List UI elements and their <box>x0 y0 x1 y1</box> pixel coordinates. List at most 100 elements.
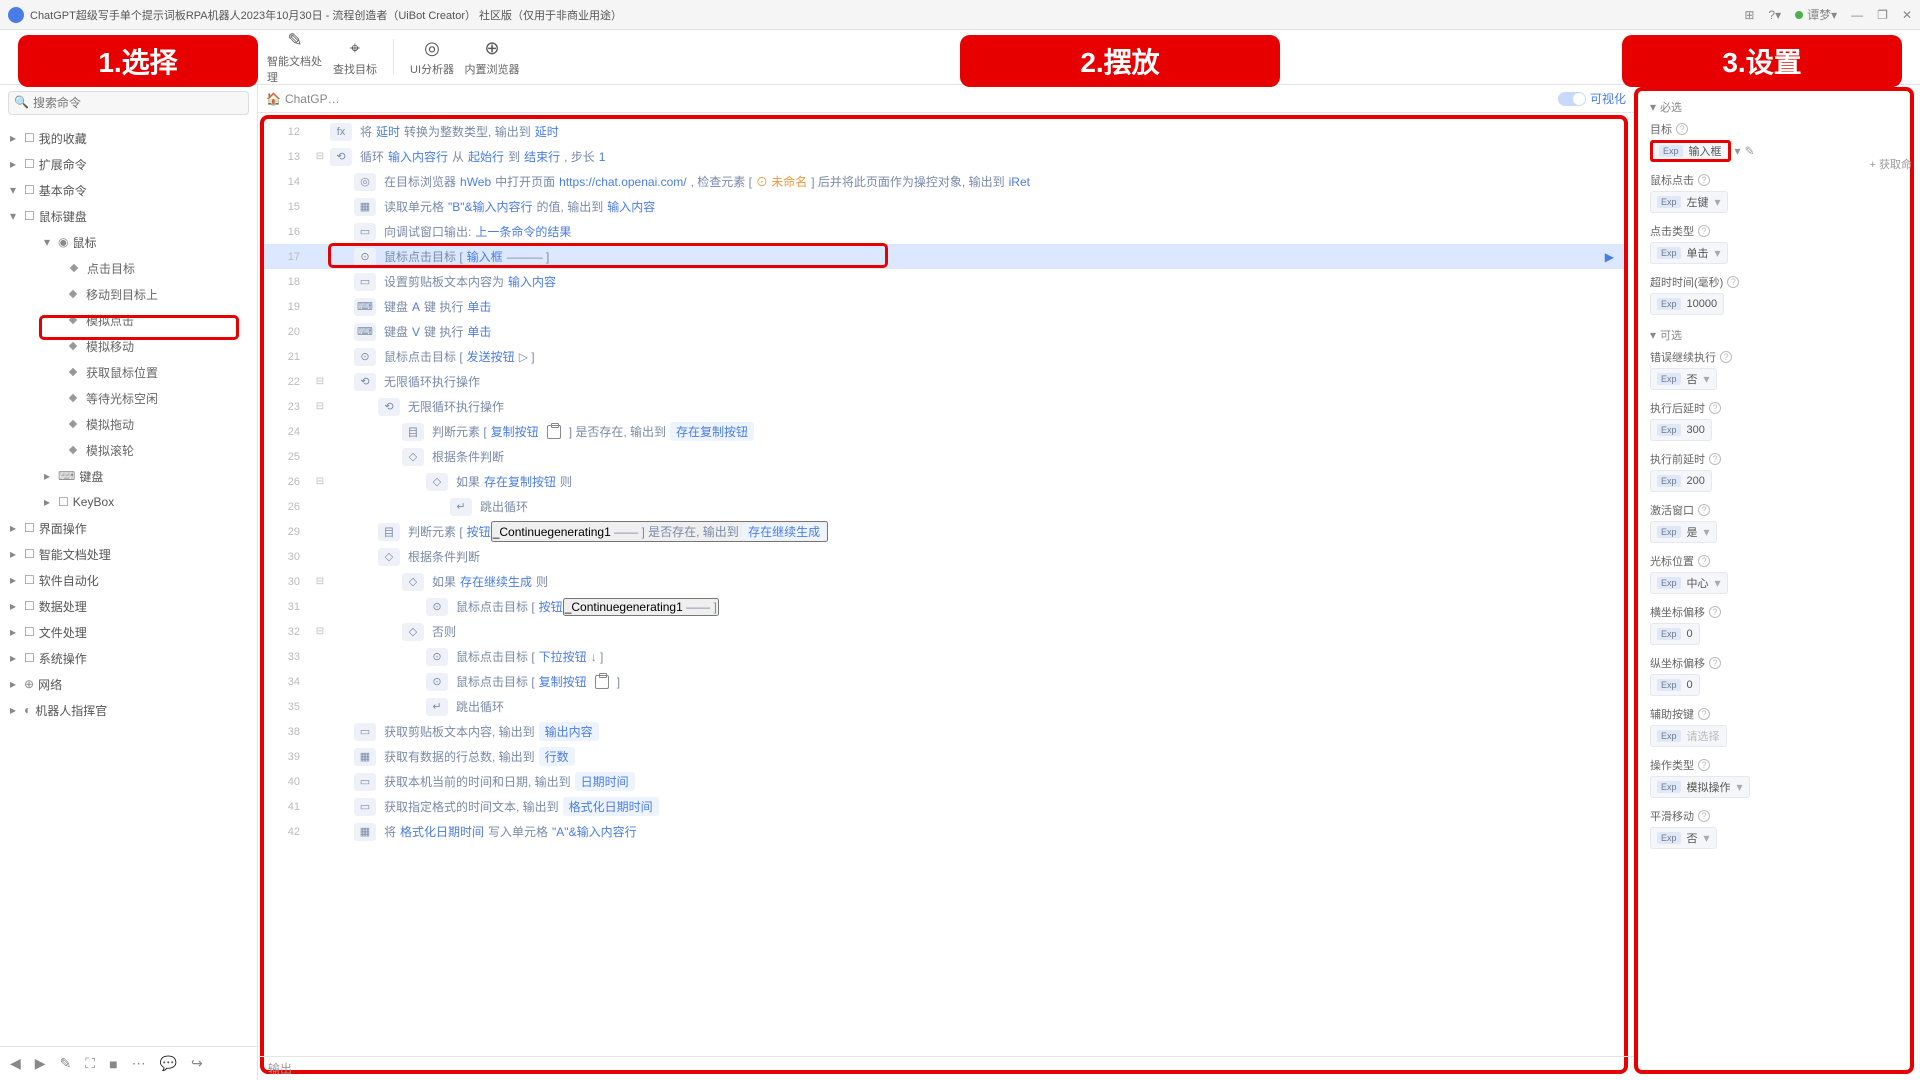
tree-item-0[interactable]: ▸☐ 我的收藏 <box>0 125 257 151</box>
edit-icon[interactable]: ✎ <box>60 1055 72 1072</box>
tree-item-22[interactable]: ▸◐ 机器人指挥官 <box>0 697 257 723</box>
share-icon[interactable]: ↪ <box>191 1055 203 1072</box>
help-icon[interactable]: ? <box>1698 225 1710 237</box>
close-icon[interactable]: ✕ <box>1902 8 1912 22</box>
code-line-26[interactable]: 26↵跳出循环 <box>264 494 1624 519</box>
tree-item-4[interactable]: ▾◉ 鼠标 <box>0 229 257 255</box>
code-line-30[interactable]: 30⊟◇如果 存在继续生成 则 <box>264 569 1624 594</box>
grid-icon[interactable]: ⊞ <box>1744 8 1754 22</box>
help-icon[interactable]: ? <box>1698 708 1710 720</box>
user-menu[interactable]: 谭梦▾ <box>1795 6 1837 23</box>
tree-item-15[interactable]: ▸☐ 界面操作 <box>0 515 257 541</box>
edit-prop-icon[interactable]: ✎ <box>1745 144 1755 158</box>
code-line-24[interactable]: 24目判断元素 [ 复制按钮 ] 是否存在, 输出到 存在复制按钮 <box>264 419 1624 444</box>
code-line-35[interactable]: 35↵跳出循环 <box>264 694 1624 719</box>
nav-back-icon[interactable]: ◀ <box>10 1055 21 1072</box>
tree-item-3[interactable]: ▾☐ 鼠标键盘 <box>0 203 257 229</box>
toolbar-UI分析器[interactable]: ◎UI分析器 <box>404 33 460 81</box>
prop-input[interactable]: Exp是▾ <box>1650 521 1717 543</box>
code-line-21[interactable]: 21⊙鼠标点击目标 [ 发送按钮 ▷ ] <box>264 344 1624 369</box>
prop-input[interactable]: Exp0 <box>1650 674 1700 696</box>
code-line-23[interactable]: 23⊟⟲无限循环执行操作 <box>264 394 1624 419</box>
code-line-22[interactable]: 22⊟⟲无限循环执行操作 <box>264 369 1624 394</box>
code-line-29[interactable]: 29目判断元素 [ 按钮_Continuegenerating1 —— ] 是否… <box>264 519 1624 544</box>
code-line-17[interactable]: 17⊙鼠标点击目标 [ 输入框 ——— ]▶ <box>264 244 1624 269</box>
tree-item-21[interactable]: ▸⊕ 网络 <box>0 671 257 697</box>
help-icon[interactable]: ? <box>1727 276 1739 288</box>
tree-item-20[interactable]: ▸☐ 系统操作 <box>0 645 257 671</box>
tree-item-2[interactable]: ▾☐ 基本命令 <box>0 177 257 203</box>
prop-input[interactable]: Exp输入框 <box>1650 140 1731 162</box>
help-icon[interactable]: ? <box>1709 657 1721 669</box>
tree-item-13[interactable]: ▸⌨ 键盘 <box>0 463 257 489</box>
code-line-25[interactable]: 25◇根据条件判断 <box>264 444 1624 469</box>
prop-input[interactable]: Exp0 <box>1650 623 1700 645</box>
toolbar-查找目标[interactable]: ⌖查找目标 <box>327 33 383 81</box>
tree-item-19[interactable]: ▸☐ 文件处理 <box>0 619 257 645</box>
prop-input[interactable]: Exp请选择 <box>1650 725 1727 747</box>
help-icon[interactable]: ? <box>1698 555 1710 567</box>
code-line-39[interactable]: 39▦获取有数据的行总数, 输出到 行数 <box>264 744 1624 769</box>
prop-input[interactable]: Exp200 <box>1650 470 1712 492</box>
help-icon[interactable]: ? <box>1709 402 1721 414</box>
prop-input[interactable]: Exp否▾ <box>1650 368 1717 390</box>
help-icon[interactable]: ? <box>1676 123 1688 135</box>
play-icon[interactable]: ▶ <box>35 1055 46 1072</box>
code-line-18[interactable]: 18▭设置剪贴板文本内容为 输入内容 <box>264 269 1624 294</box>
tree-item-17[interactable]: ▸☐ 软件自动化 <box>0 567 257 593</box>
tree-item-1[interactable]: ▸☐ 扩展命令+ 获取命 <box>0 151 257 177</box>
prop-input[interactable]: Exp模拟操作▾ <box>1650 776 1750 798</box>
help-icon[interactable]: ?▾ <box>1768 8 1781 22</box>
tree-item-6[interactable]: 移动到目标上 <box>0 281 257 307</box>
tree-item-8[interactable]: 模拟移动 <box>0 333 257 359</box>
code-line-33[interactable]: 33⊙鼠标点击目标 [ 下拉按钮 ↓ ] <box>264 644 1624 669</box>
code-line-16[interactable]: 16▭向调试窗口输出: 上一条命令的结果 <box>264 219 1624 244</box>
tree-item-5[interactable]: 点击目标 <box>0 255 257 281</box>
help-icon[interactable]: ? <box>1698 810 1710 822</box>
tree-item-18[interactable]: ▸☐ 数据处理 <box>0 593 257 619</box>
record-icon[interactable]: ■ <box>109 1056 117 1072</box>
tree-item-12[interactable]: 模拟滚轮 <box>0 437 257 463</box>
tree-item-11[interactable]: 模拟拖动 <box>0 411 257 437</box>
prop-input[interactable]: Exp300 <box>1650 419 1712 441</box>
tree-item-10[interactable]: 等待光标空闲 <box>0 385 257 411</box>
prop-input[interactable]: Exp10000 <box>1650 293 1724 315</box>
code-line-42[interactable]: 42▦将 格式化日期时间 写入单元格 "A"&输入内容行 <box>264 819 1624 844</box>
play-line-icon[interactable]: ▶ <box>1605 250 1614 264</box>
code-line-12[interactable]: 12fx将 延时 转换为整数类型, 输出到 延时 <box>264 119 1624 144</box>
dropdown-icon[interactable]: ▾ <box>1735 144 1741 158</box>
help-icon[interactable]: ? <box>1709 453 1721 465</box>
code-line-34[interactable]: 34⊙鼠标点击目标 [ 复制按钮 ] <box>264 669 1624 694</box>
toolbar-内置浏览器[interactable]: ⊕内置浏览器 <box>464 33 520 81</box>
help-icon[interactable]: ? <box>1698 174 1710 186</box>
code-line-38[interactable]: 38▭获取剪贴板文本内容, 输出到 输出内容 <box>264 719 1624 744</box>
tree-item-16[interactable]: ▸☐ 智能文档处理 <box>0 541 257 567</box>
minimize-icon[interactable]: — <box>1851 8 1863 22</box>
code-line-19[interactable]: 19⌨键盘 A 键 执行 单击 <box>264 294 1624 319</box>
code-line-26[interactable]: 26⊟◇如果 存在复制按钮 则 <box>264 469 1624 494</box>
help-icon[interactable]: ? <box>1720 351 1732 363</box>
visual-toggle[interactable]: 可视化 <box>1558 90 1626 107</box>
help-icon[interactable]: ? <box>1698 759 1710 771</box>
code-line-30[interactable]: 30◇根据条件判断 <box>264 544 1624 569</box>
more-icon[interactable]: ⋯ <box>132 1055 146 1072</box>
tab-file[interactable]: 🏠 ChatGP… <box>266 92 340 106</box>
prop-input[interactable]: Exp中心▾ <box>1650 572 1728 594</box>
search-input[interactable] <box>8 91 249 115</box>
prop-input[interactable]: Exp单击▾ <box>1650 242 1728 264</box>
code-line-32[interactable]: 32⊟◇否则 <box>264 619 1624 644</box>
chat-icon[interactable]: 💬 <box>160 1055 177 1072</box>
help-icon[interactable]: ? <box>1709 606 1721 618</box>
code-line-40[interactable]: 40▭获取本机当前的时间和日期, 输出到 日期时间 <box>264 769 1624 794</box>
code-line-41[interactable]: 41▭获取指定格式的时间文本, 输出到 格式化日期时间 <box>264 794 1624 819</box>
tree-item-9[interactable]: 获取鼠标位置 <box>0 359 257 385</box>
tree-item-7[interactable]: 模拟点击 <box>0 307 257 333</box>
code-line-15[interactable]: 15▦读取单元格 "B"&输入内容行 的值, 输出到 输入内容 <box>264 194 1624 219</box>
code-line-14[interactable]: 14◎在目标浏览器 hWeb 中打开页面 https://chat.openai… <box>264 169 1624 194</box>
help-icon[interactable]: ? <box>1698 504 1710 516</box>
code-line-31[interactable]: 31⊙鼠标点击目标 [ 按钮_Continuegenerating1 —— ] <box>264 594 1624 619</box>
toolbar-智能文档处理[interactable]: ✎智能文档处理 <box>267 33 323 81</box>
prop-input[interactable]: Exp左键▾ <box>1650 191 1728 213</box>
code-line-20[interactable]: 20⌨键盘 V 键 执行 单击 <box>264 319 1624 344</box>
status-output[interactable]: 输出 <box>268 1060 292 1077</box>
